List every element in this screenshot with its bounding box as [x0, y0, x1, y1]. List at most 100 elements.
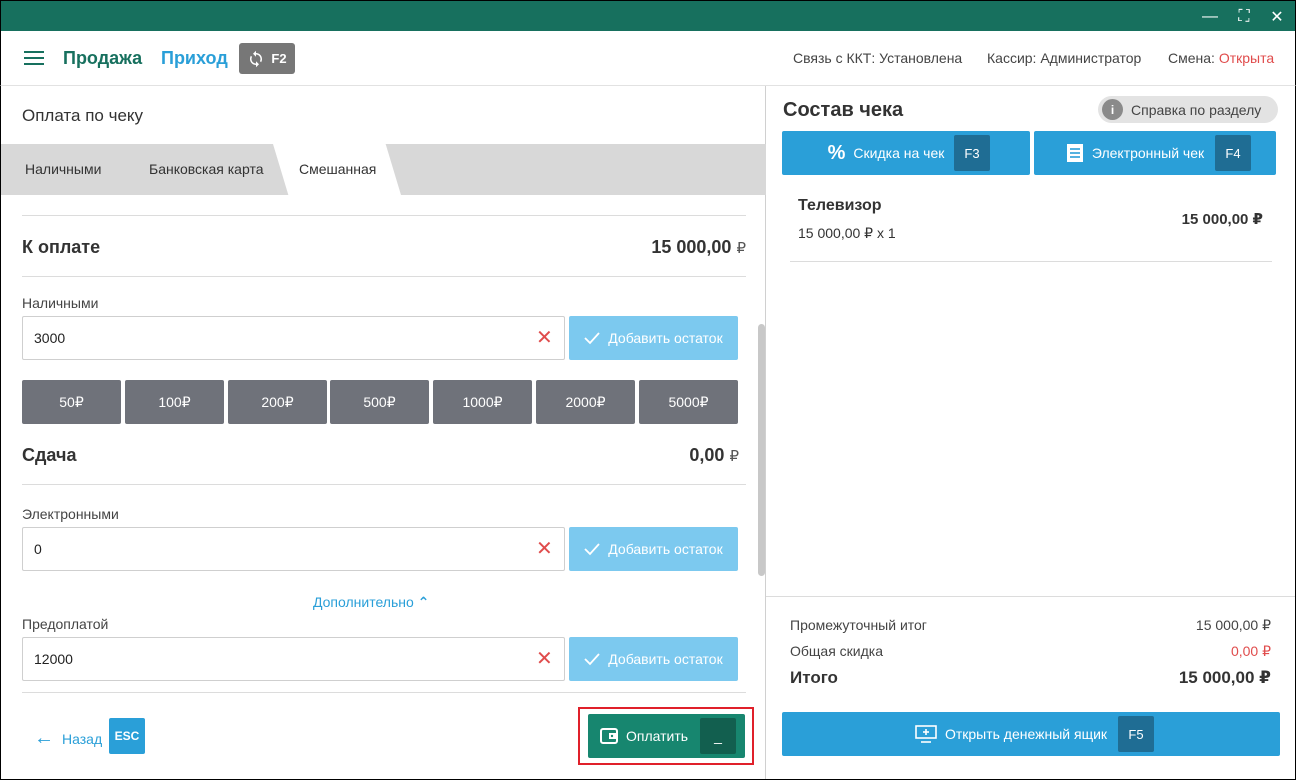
item-detail: 15 000,00 ₽ x 1 [798, 225, 896, 241]
subtotal-value: 15 000,00 ₽ [1195, 617, 1271, 633]
payment-tabs: Наличными Банковская карта Смешанная [1, 144, 766, 195]
shift-status: Смена: Открыта [1168, 50, 1274, 66]
add-rest-prepay-button[interactable]: Добавить остаток [569, 637, 738, 681]
discount-key: F3 [954, 135, 990, 171]
more-label: Дополнительно [313, 594, 414, 610]
percent-icon: % [827, 141, 846, 164]
change-amount: 0,00 [689, 445, 725, 465]
monitor-icon [915, 725, 937, 743]
cash-input-value: 3000 [34, 330, 66, 346]
app-header: Продажа Приход F2 Связь с ККТ: Установле… [0, 31, 1296, 86]
eticket-key: F4 [1215, 135, 1251, 171]
currency-sign: ₽ [729, 448, 739, 465]
divider [22, 215, 746, 216]
payment-title: Оплата по чеку [22, 106, 144, 125]
add-rest-label: Добавить остаток [608, 541, 723, 557]
prepay-label: Предоплатой [22, 616, 109, 632]
add-rest-label: Добавить остаток [608, 651, 723, 667]
check-icon [584, 543, 600, 556]
shift-label: Смена: [1168, 50, 1219, 66]
divider [22, 692, 746, 693]
refresh-key: F2 [271, 51, 287, 66]
divider [790, 261, 1272, 262]
receipt-icon [1066, 144, 1083, 162]
clear-electronic-icon[interactable]: ✕ [536, 539, 554, 559]
back-button[interactable]: ← Назад [34, 727, 102, 750]
maximize-icon[interactable]: ⛶ [1234, 7, 1254, 27]
prepay-input[interactable]: 12000 ✕ [22, 637, 565, 681]
discount-label: Скидка на чек [853, 145, 945, 161]
denom-5000-button[interactable]: 5000₽ [639, 380, 738, 424]
help-button[interactable]: i Справка по разделу [1098, 96, 1278, 123]
total-label: Итого [790, 668, 838, 687]
refresh-icon [250, 50, 263, 67]
tab-cash[interactable]: Наличными [25, 161, 101, 177]
pay-key: _ [700, 718, 736, 754]
drawer-key: F5 [1118, 716, 1154, 752]
electronic-input[interactable]: 0 ✕ [22, 527, 565, 571]
minimize-icon[interactable]: — [1200, 7, 1220, 27]
add-rest-electronic-button[interactable]: Добавить остаток [569, 527, 738, 571]
eticket-label: Электронный чек [1091, 145, 1205, 161]
receipt-panel: Состав чека i Справка по разделу % Скидк… [766, 86, 1296, 780]
tab-mixed[interactable]: Смешанная [299, 161, 376, 177]
shift-value: Открыта [1218, 50, 1275, 66]
clear-cash-icon[interactable]: ✕ [536, 328, 554, 348]
scrollbar[interactable] [758, 324, 765, 576]
add-rest-cash-button[interactable]: Добавить остаток [569, 316, 738, 360]
discount-total-value: 0,00 ₽ [1230, 643, 1271, 659]
to-pay-amount: 15 000,00 [651, 237, 732, 257]
denom-50-button[interactable]: 50₽ [22, 380, 121, 424]
drawer-label: Открыть денежный ящик [944, 726, 1108, 742]
item-price: 15 000,00 ₽ [1181, 211, 1263, 228]
denom-1000-button[interactable]: 1000₽ [433, 380, 532, 424]
pay-label: Оплатить [626, 728, 689, 744]
info-icon: i [1102, 99, 1123, 120]
electronic-input-value: 0 [34, 541, 42, 557]
wallet-icon [600, 728, 618, 744]
denom-100-button[interactable]: 100₽ [125, 380, 224, 424]
to-pay-value: 15 000,00 ₽ [601, 237, 746, 258]
discount-button[interactable]: % Скидка на чек [782, 131, 1030, 175]
nav-sale[interactable]: Продажа [63, 48, 142, 69]
total-value: 15 000,00 ₽ [1178, 668, 1271, 687]
divider [22, 276, 746, 277]
refresh-button[interactable]: F2 [239, 43, 295, 74]
help-label: Справка по разделу [1131, 101, 1262, 118]
open-drawer-button[interactable]: Открыть денежный ящик [782, 712, 1280, 756]
denom-500-button[interactable]: 500₽ [330, 380, 429, 424]
add-rest-label: Добавить остаток [608, 330, 723, 346]
check-icon [584, 653, 600, 666]
cashier-status: Кассир: Администратор [987, 50, 1142, 66]
currency-sign: ₽ [736, 240, 746, 257]
arrow-left-icon: ← [34, 727, 54, 749]
denom-200-button[interactable]: 200₽ [228, 380, 327, 424]
divider [766, 596, 1295, 597]
clear-prepay-icon[interactable]: ✕ [536, 649, 554, 669]
more-toggle[interactable]: Дополнительно ⌃ [313, 594, 429, 611]
nav-income[interactable]: Приход [161, 48, 228, 69]
divider [22, 484, 746, 485]
menu-icon[interactable] [24, 51, 44, 65]
discount-total-label: Общая скидка [790, 643, 884, 659]
cash-input[interactable]: 3000 ✕ [22, 316, 565, 360]
window-titlebar: — ⛶ ✕ [0, 0, 1296, 31]
subtotal-label: Промежуточный итог [790, 617, 927, 633]
kkt-status: Связь с ККТ: Установлена [793, 50, 963, 66]
chevron-up-icon: ⌃ [417, 594, 430, 610]
electronic-label: Электронными [22, 506, 119, 522]
esc-key: ESC [109, 718, 145, 754]
item-name: Телевизор [798, 197, 882, 214]
change-label: Сдача [22, 445, 77, 465]
back-label: Назад [62, 730, 103, 747]
to-pay-label: К оплате [22, 237, 101, 257]
denom-2000-button[interactable]: 2000₽ [536, 380, 635, 424]
cash-label: Наличными [22, 295, 99, 311]
change-value: 0,00 ₽ [601, 445, 739, 466]
check-icon [584, 332, 600, 345]
receipt-title: Состав чека [783, 99, 904, 121]
close-icon[interactable]: ✕ [1267, 7, 1287, 27]
payment-panel: Оплата по чеку Наличными Банковская карт… [0, 86, 766, 780]
prepay-input-value: 12000 [34, 651, 73, 667]
tab-card[interactable]: Банковская карта [149, 161, 263, 177]
